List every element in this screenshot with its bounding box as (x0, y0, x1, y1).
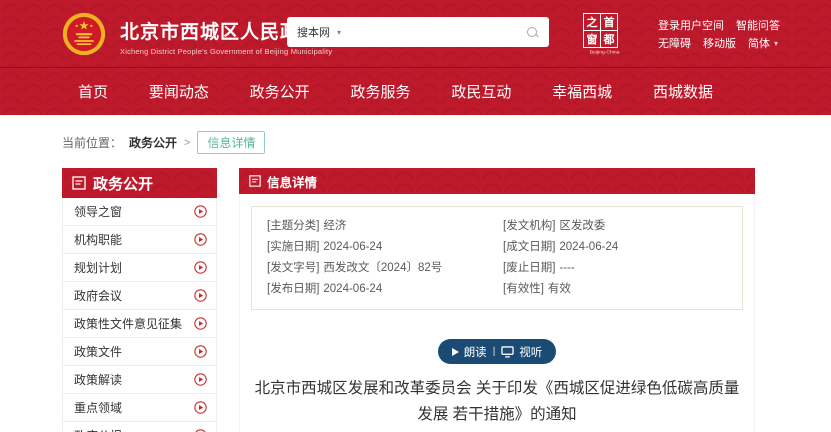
arrow-circle-icon (194, 401, 207, 414)
breadcrumb-separator: > (184, 137, 190, 149)
mobile-version-link[interactable]: 移动版 (703, 35, 736, 53)
sidebar-item-policy-files[interactable]: 政策文件 (63, 338, 216, 366)
main-panel: 信息详情 [主题分类]经济 [发文机构]区发改委 [实施日期]2024-06-2… (239, 168, 755, 432)
read-aloud-video-button[interactable]: 朗读 | 视听 (438, 339, 557, 364)
sidebar-title: 政务公开 (93, 173, 153, 194)
accessibility-link[interactable]: 无障碍 (658, 35, 691, 53)
capital-window-logo[interactable]: 之 首 窗 都 Beijing-China (583, 13, 619, 58)
sidebar-item-policy-interpretation[interactable]: 政策解读 (63, 366, 216, 394)
sidebar-item-gazette[interactable]: 政府公报 (63, 422, 216, 432)
read-aloud-label: 朗读 (464, 344, 487, 360)
meta-field-written-date: [成文日期]2024-06-24 (503, 237, 742, 258)
meta-field-doc-number: [发文字号]西发改文〔2024〕82号 (267, 258, 503, 279)
arrow-circle-icon (194, 233, 207, 246)
media-button-row: 朗读 | 视听 (251, 339, 743, 364)
content-title-bar: 信息详情 (239, 168, 755, 194)
search-scope-label: 搜本网 (297, 24, 330, 40)
nav-item-xicheng-data[interactable]: 西城数据 (653, 81, 713, 102)
chevron-down-icon: ▾ (774, 35, 778, 53)
sidebar-item-label: 政府公报 (74, 427, 122, 432)
search-scope-select[interactable]: 搜本网 ▾ (297, 24, 341, 40)
sidebar: 政务公开 领导之窗 机构职能 规划计划 政府会议 政策性文件意见征集 政策文件 … (62, 168, 217, 432)
button-divider: | (493, 346, 496, 357)
sidebar-item-label: 政策文件 (74, 343, 122, 360)
breadcrumb-current-tag: 信息详情 (197, 131, 265, 154)
content-title: 信息详情 (267, 172, 317, 191)
arrow-circle-icon (194, 205, 207, 218)
arrow-circle-icon (194, 289, 207, 302)
meta-field-publish-date: [发布日期]2024-06-24 (267, 279, 503, 300)
arrow-circle-icon (194, 261, 207, 274)
article-container: [主题分类]经济 [发文机构]区发改委 [实施日期]2024-06-24 [成文… (239, 194, 755, 432)
capital-window-grid: 之 首 窗 都 (583, 13, 618, 48)
sidebar-item-label: 重点领域 (74, 399, 122, 416)
sidebar-item-label: 政府会议 (74, 287, 122, 304)
sidebar-item-key-areas[interactable]: 重点领域 (63, 394, 216, 422)
meta-field-issuing-org: [发文机构]区发改委 (503, 216, 742, 237)
sidebar-item-label: 领导之窗 (74, 203, 122, 220)
simplified-chinese-link[interactable]: 简体 (748, 35, 770, 53)
meta-field-repeal-date: [废止日期]---- (503, 258, 742, 279)
main-nav: 首页 要闻动态 政务公开 政务服务 政民互动 幸福西城 西城数据 (0, 68, 831, 115)
sidebar-item-functions[interactable]: 机构职能 (63, 226, 216, 254)
arrow-circle-icon (194, 373, 207, 386)
breadcrumb: 当前位置： 政务公开 > 信息详情 (62, 131, 831, 154)
nav-item-home[interactable]: 首页 (78, 81, 108, 102)
sidebar-item-meetings[interactable]: 政府会议 (63, 282, 216, 310)
chevron-down-icon: ▾ (337, 28, 341, 37)
sidebar-menu: 领导之窗 机构职能 规划计划 政府会议 政策性文件意见征集 政策文件 政策解读 … (62, 198, 217, 432)
play-icon (452, 348, 459, 356)
nav-item-gov-services[interactable]: 政务服务 (350, 81, 410, 102)
meta-field-validity: [有效性]有效 (503, 279, 742, 300)
sidebar-item-label: 机构职能 (74, 231, 122, 248)
meta-field-topic: [主题分类]经济 (267, 216, 503, 237)
monitor-icon (501, 346, 514, 358)
meta-field-implement-date: [实施日期]2024-06-24 (267, 237, 503, 258)
site-header: 北京市西城区人民政府 Xicheng District People's Gov… (0, 0, 831, 68)
cw-caption: Beijing-China (590, 49, 612, 55)
content-area: 政务公开 领导之窗 机构职能 规划计划 政府会议 政策性文件意见征集 政策文件 … (62, 168, 831, 432)
nav-item-happy-xicheng[interactable]: 幸福西城 (552, 81, 612, 102)
nav-item-interaction[interactable]: 政民互动 (451, 81, 511, 102)
sidebar-item-policy-feedback[interactable]: 政策性文件意见征集 (63, 310, 216, 338)
cw-char: 首 (601, 14, 617, 30)
article-title: 北京市西城区发展和改革委员会 关于印发《西城区促进绿色低碳高质量发展 若干措施》… (251, 376, 743, 428)
site-search[interactable]: 搜本网 ▾ (287, 17, 549, 47)
document-icon (72, 176, 86, 190)
header-links: 登录用户空间 智能问答 无障碍 移动版 简体 ▾ (658, 17, 780, 53)
cw-char: 窗 (584, 31, 600, 47)
breadcrumb-prefix: 当前位置： (62, 134, 122, 151)
login-user-space-link[interactable]: 登录用户空间 (658, 17, 724, 35)
smart-qa-link[interactable]: 智能问答 (736, 17, 780, 35)
video-label: 视听 (519, 344, 542, 360)
sidebar-item-label: 政策解读 (74, 371, 122, 388)
nav-item-gov-affairs[interactable]: 政务公开 (250, 81, 310, 102)
sidebar-item-plans[interactable]: 规划计划 (63, 254, 216, 282)
breadcrumb-section-link[interactable]: 政务公开 (129, 134, 177, 151)
document-icon (249, 175, 261, 187)
arrow-circle-icon (194, 345, 207, 358)
search-icon[interactable] (526, 26, 539, 39)
cw-char: 都 (601, 31, 617, 47)
sidebar-item-label: 政策性文件意见征集 (74, 315, 182, 332)
document-meta-box: [主题分类]经济 [发文机构]区发改委 [实施日期]2024-06-24 [成文… (251, 206, 743, 310)
national-emblem-logo (62, 12, 106, 56)
cw-char: 之 (584, 14, 600, 30)
sidebar-title-bar: 政务公开 (62, 168, 217, 198)
arrow-circle-icon (194, 317, 207, 330)
sidebar-item-label: 规划计划 (74, 259, 122, 276)
nav-item-news[interactable]: 要闻动态 (149, 81, 209, 102)
sidebar-item-leaders[interactable]: 领导之窗 (63, 198, 216, 226)
site-subtitle: Xicheng District People's Government of … (120, 47, 332, 56)
